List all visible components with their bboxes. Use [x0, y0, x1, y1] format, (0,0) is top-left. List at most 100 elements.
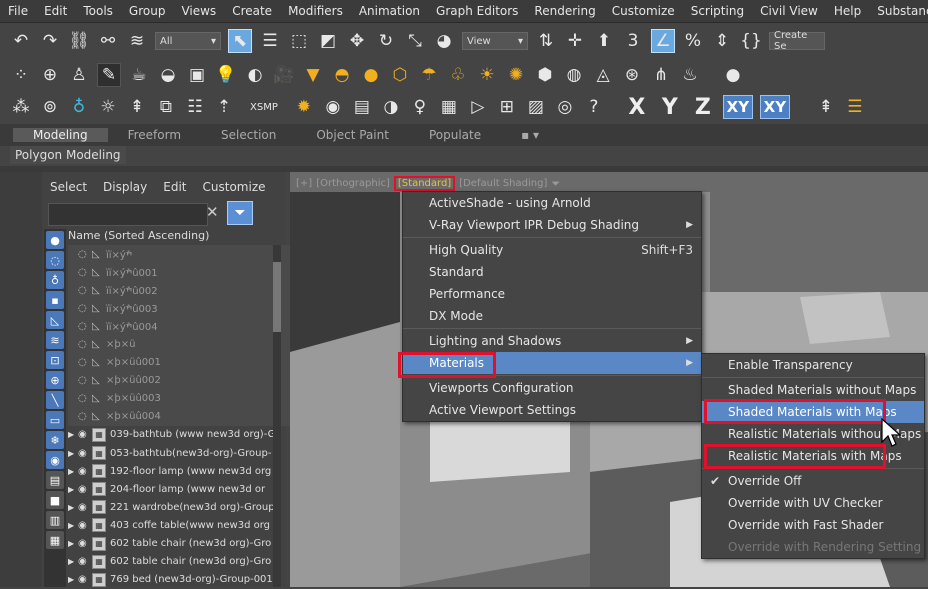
forest-icon[interactable]: ⇞ — [815, 96, 837, 118]
visibility-eye-icon[interactable]: ◌ — [78, 393, 92, 404]
material-ball-icon[interactable]: ● — [722, 64, 744, 86]
spotlight-icon[interactable]: ▼ — [302, 64, 324, 86]
explorer-scrollbar-thumb[interactable] — [273, 262, 281, 332]
menu-rendering[interactable]: Rendering — [526, 4, 603, 18]
helpers-filter-icon[interactable]: ◺ — [46, 311, 64, 329]
select-by-name-icon[interactable]: ☰ — [259, 30, 281, 52]
box-gizmo-icon[interactable]: ▣ — [186, 64, 208, 86]
menu-item-override-with-uv-checker[interactable]: Override with UV Checker — [702, 492, 924, 514]
tab-modeling[interactable]: Modeling — [13, 128, 108, 142]
xrefs-filter-icon[interactable]: ⊕ — [46, 371, 64, 389]
move-icon[interactable]: ✥ — [346, 30, 368, 52]
menu-item-viewports-configuration[interactable]: Viewports Configuration — [403, 377, 701, 399]
frame-buffer-icon[interactable]: ▦ — [438, 96, 460, 118]
frozen-filter-icon[interactable]: ❄ — [46, 431, 64, 449]
axis-xy-button[interactable]: XY — [722, 95, 753, 119]
sphere-gizmo-icon[interactable]: ◒ — [157, 64, 179, 86]
reference-coordinate-dropdown[interactable]: View ▾ — [462, 32, 528, 50]
lights-filter-icon[interactable]: ♁ — [46, 271, 64, 289]
helper-point-icon[interactable]: ⊕ — [39, 64, 61, 86]
sphere-light-icon[interactable]: ● — [360, 64, 382, 86]
scale-icon[interactable]: ⤡ — [404, 30, 426, 52]
bones-filter-icon[interactable]: ╲ — [46, 391, 64, 409]
viewport-menu-plus[interactable]: [+] — [296, 178, 312, 189]
unlink-icon[interactable]: ⚯ — [97, 30, 119, 52]
visibility-eye-icon[interactable]: ◉ — [78, 574, 92, 585]
column-header-name[interactable]: Name (Sorted Ascending) — [68, 229, 286, 245]
menu-item-override-with-fast-shader[interactable]: Override with Fast Shader — [702, 514, 924, 536]
menu-graph-editors[interactable]: Graph Editors — [428, 4, 526, 18]
particles-icon[interactable]: ⁘ — [10, 64, 32, 86]
explorer-menu-customize[interactable]: Customize — [195, 180, 274, 198]
menu-substance[interactable]: Substance — [869, 4, 928, 18]
light-icon[interactable]: ♀ — [409, 96, 431, 118]
filter-icon[interactable]: ⏷ — [551, 177, 560, 191]
select-manipulate-icon[interactable]: ✛ — [564, 30, 586, 52]
ies-light-icon[interactable]: ☂ — [418, 64, 440, 86]
proxy-icon[interactable]: ⬢ — [534, 64, 556, 86]
menu-item-lighting-and-shadows[interactable]: Lighting and Shadows ▶ — [403, 330, 701, 352]
properties-filter-icon[interactable]: ▥ — [46, 511, 64, 529]
geometry-filter-icon[interactable]: ● — [46, 231, 64, 249]
menu-item-realistic-materials-with-maps[interactable]: Realistic Materials with Maps — [702, 445, 924, 467]
help-icon[interactable]: ? — [583, 96, 605, 118]
menu-item-high-quality[interactable]: High Quality Shift+F3 — [403, 239, 701, 261]
menu-item-v-ray-viewport-ipr-debug-shading[interactable]: V-Ray Viewport IPR Debug Shading ▶ — [403, 214, 701, 236]
expand-arrow-icon[interactable]: ▶ — [68, 557, 78, 566]
axis-x-button[interactable]: X — [624, 95, 650, 120]
spinner-snap-icon[interactable]: ⇕ — [711, 30, 733, 52]
settings-filter-icon[interactable]: ▦ — [46, 531, 64, 549]
menu-scripting[interactable]: Scripting — [683, 4, 752, 18]
viewport-shading-standard[interactable]: [Standard] — [393, 176, 456, 191]
containers-filter-icon[interactable]: ▭ — [46, 411, 64, 429]
explorer-menu-edit[interactable]: Edit — [155, 180, 194, 198]
biped-icon[interactable]: ♙ — [68, 64, 90, 86]
menu-item-materials[interactable]: Materials ▶ — [403, 352, 701, 374]
bomb-icon[interactable]: ◉ — [322, 96, 344, 118]
viewport-grid-icon[interactable]: ⊞ — [496, 96, 518, 118]
menu-create[interactable]: Create — [224, 4, 280, 18]
spacewarps-filter-icon[interactable]: ≋ — [46, 331, 64, 349]
layers-filter-icon[interactable]: ▤ — [46, 471, 64, 489]
polygon-modeling-panel[interactable]: Polygon Modeling — [10, 146, 126, 164]
menu-tools[interactable]: Tools — [75, 4, 121, 18]
speaker-icon[interactable]: ◐ — [244, 64, 266, 86]
rotate-icon[interactable]: ↻ — [375, 30, 397, 52]
visibility-eye-icon[interactable]: ◉ — [78, 502, 92, 513]
pine-icon[interactable]: ⇡ — [213, 96, 235, 118]
menu-item-active-viewport-settings[interactable]: Active Viewport Settings — [403, 399, 701, 421]
visibility-eye-icon[interactable]: ◉ — [78, 466, 92, 477]
visibility-eye-icon[interactable]: ◌ — [78, 357, 92, 368]
selection-filter-dropdown[interactable]: All ▾ — [155, 32, 221, 50]
explorer-menu-display[interactable]: Display — [95, 180, 155, 198]
visibility-eye-icon[interactable]: ◌ — [78, 375, 92, 386]
burst-light-icon[interactable]: ✺ — [505, 64, 527, 86]
axis-z-button[interactable]: Z — [690, 95, 716, 120]
edit-named-selection-icon[interactable]: {} — [740, 30, 762, 52]
list-icon[interactable]: ☷ — [184, 96, 206, 118]
sun-icon[interactable]: ☼ — [97, 96, 119, 118]
groups-filter-icon[interactable]: ⊡ — [46, 351, 64, 369]
menu-modifiers[interactable]: Modifiers — [280, 4, 351, 18]
light-lister-icon[interactable]: ⁂ — [10, 96, 32, 118]
expand-arrow-icon[interactable]: ▶ — [68, 521, 78, 530]
display-filter-icon[interactable]: ■ — [46, 491, 64, 509]
menu-file[interactable]: File — [0, 4, 36, 18]
ribbon-options-icon[interactable]: ▪ ▾ — [501, 128, 559, 142]
wrench-icon[interactable]: ✎ — [97, 63, 121, 87]
bulb-icon[interactable]: ♁ — [68, 96, 90, 118]
expand-arrow-icon[interactable]: ▶ — [68, 467, 78, 476]
render-frame-icon[interactable]: ⧉ — [155, 96, 177, 118]
select-object-icon[interactable]: ⬉ — [228, 29, 252, 53]
schematic-icon[interactable]: ▨ — [525, 96, 547, 118]
xsmp-button[interactable]: XSMP — [242, 96, 286, 118]
tab-object-paint[interactable]: Object Paint — [296, 128, 409, 142]
visibility-eye-icon[interactable]: ◌ — [78, 303, 92, 314]
visibility-eye-icon[interactable]: ◌ — [78, 267, 92, 278]
link-icon[interactable]: ⛓ — [68, 30, 90, 52]
axis-xy-cycle-button[interactable]: XY — [759, 95, 790, 119]
menu-item-enable-transparency[interactable]: Enable Transparency — [702, 354, 924, 376]
visibility-eye-icon[interactable]: ◌ — [78, 339, 92, 350]
visibility-eye-icon[interactable]: ◉ — [78, 538, 92, 549]
fire-icon[interactable]: ♨ — [679, 64, 701, 86]
